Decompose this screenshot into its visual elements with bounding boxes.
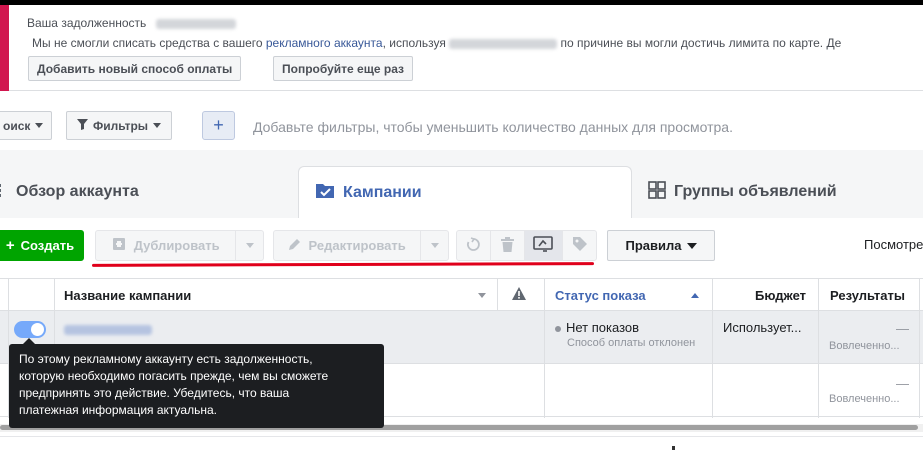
preview-label[interactable]: Посмотре (864, 237, 923, 252)
delete-button[interactable] (491, 231, 524, 260)
funnel-icon (77, 118, 88, 133)
tab-label: Кампании (343, 183, 422, 201)
rules-label: Правила (625, 238, 682, 253)
action-icons-group (456, 230, 597, 261)
add-filter-button[interactable]: + (202, 111, 235, 140)
ad-account-link[interactable]: рекламного аккаунта (266, 36, 383, 50)
duplicate-label: Дублировать (133, 238, 220, 253)
pencil-icon (288, 238, 301, 253)
filters-button[interactable]: Фильтры (66, 111, 173, 140)
duplicate-button[interactable]: Дублировать (96, 231, 235, 260)
column-divider (919, 278, 920, 418)
status-header-label: Статус показа (555, 287, 646, 303)
toggle-knob (31, 323, 44, 336)
chevron-down-icon (478, 292, 486, 298)
results-sub-text: Вовлеченно... (829, 393, 900, 405)
alert-message: Мы не смогли списать средства с вашего р… (32, 36, 841, 50)
warning-icon (512, 287, 526, 303)
search-label: оиск (3, 118, 31, 133)
column-campaign-name[interactable]: Название кампании (64, 279, 191, 311)
campaign-toggle[interactable] (14, 321, 46, 338)
create-button[interactable]: + Создать (0, 230, 84, 261)
grid-icon (648, 180, 666, 204)
duplicate-icon (112, 237, 126, 254)
chevron-down-icon (245, 243, 254, 248)
tab-campaigns[interactable]: Кампании (298, 166, 632, 218)
tag-icon (572, 236, 588, 255)
results-value: — (896, 376, 909, 391)
trash-icon (500, 236, 514, 255)
search-button[interactable]: оиск (0, 111, 53, 140)
alert-title: Ваша задолженность (27, 16, 236, 30)
warning-column[interactable] (512, 279, 526, 311)
status-dot-icon (555, 325, 561, 332)
chevron-down-icon (686, 242, 697, 249)
alert-message-suffix: по причине вы могли достичь лимита по ка… (557, 36, 842, 50)
rules-button[interactable]: Правила (607, 230, 715, 261)
sort-asc-icon[interactable] (691, 279, 699, 311)
refresh-icon (466, 236, 481, 255)
campaign-name-redacted[interactable] (64, 321, 152, 336)
alert-title-text: Ваша задолженность (27, 16, 147, 30)
filter-hint: Добавьте фильтры, чтобы уменьшить количе… (253, 119, 733, 135)
column-divider (497, 278, 498, 311)
results-value: — (896, 321, 909, 336)
tab-ad-sets[interactable]: Группы объявлений (648, 166, 837, 218)
debt-tooltip: По этому рекламному аккаунту есть задолж… (9, 338, 384, 428)
table-header: Название кампании Статус показа Бюджет Р… (0, 278, 923, 311)
column-results[interactable]: Результаты (830, 279, 905, 311)
debt-alert-banner: Ваша задолженность Мы не смогли списать … (0, 5, 923, 91)
add-payment-method-button[interactable]: Добавить новый способ оплаты (28, 56, 242, 81)
tab-label: Группы объявлений (674, 183, 837, 200)
redacted-card (449, 38, 558, 49)
tooltip-line: По этому рекламному аккаунту есть задолж… (19, 352, 313, 366)
sort-dropdown[interactable] (478, 279, 486, 311)
chevron-down-icon (430, 243, 439, 248)
duplicate-dropdown[interactable] (236, 231, 263, 260)
edit-dropdown[interactable] (421, 231, 448, 260)
column-delivery-status[interactable]: Статус показа (555, 279, 646, 311)
edit-button[interactable]: Редактировать (274, 231, 420, 260)
edit-group: Редактировать (273, 230, 449, 261)
tooltip-line: предпринять это действие. Убедитесь, что… (19, 386, 290, 400)
tag-button[interactable] (563, 231, 596, 260)
chevron-down-icon (153, 123, 162, 128)
tab-label: Обзор аккаунта (16, 183, 139, 200)
redacted-amount (155, 18, 236, 29)
plus-icon: + (5, 237, 15, 254)
duplicate-group: Дублировать (95, 230, 264, 261)
status-text: Нет показов (566, 320, 640, 335)
alert-stripe (0, 5, 9, 91)
status-cell: Нет показов (555, 320, 639, 335)
column-divider (818, 278, 819, 418)
edit-label: Редактировать (308, 238, 406, 253)
retry-button[interactable]: Попробуйте еще раз (273, 56, 413, 81)
tab-account-overview[interactable]: Обзор аккаунта (0, 166, 139, 218)
column-divider (544, 278, 545, 418)
tooltip-line: платежная информация актуальна. (19, 403, 217, 417)
tooltip-line: которую необходимо погасить прежде, чем … (19, 369, 329, 383)
ab-test-icon (533, 235, 554, 256)
refresh-button[interactable] (457, 231, 490, 260)
alert-message-prefix: Мы не смогли списать средства с вашего (32, 36, 266, 50)
mouse-cursor (672, 446, 675, 450)
tooltip-arrow (23, 338, 35, 344)
column-divider (712, 278, 713, 418)
filter-bar: оиск Фильтры + Добавьте фильтры, чтобы у… (0, 105, 923, 147)
chevron-down-icon (35, 123, 44, 128)
ab-test-button[interactable] (524, 231, 563, 260)
alert-message-middle: , используя (382, 36, 450, 50)
overview-icon (0, 182, 8, 203)
status-sub-text: Способ оплаты отклонен (567, 337, 696, 349)
budget-cell: Использует... (723, 320, 802, 335)
folder-icon (315, 182, 335, 204)
filters-label: Фильтры (93, 118, 149, 133)
column-budget[interactable]: Бюджет (755, 279, 806, 311)
create-label: Создать (20, 238, 75, 253)
results-sub-text: Вовлеченно... (829, 340, 900, 352)
divider (0, 436, 923, 437)
